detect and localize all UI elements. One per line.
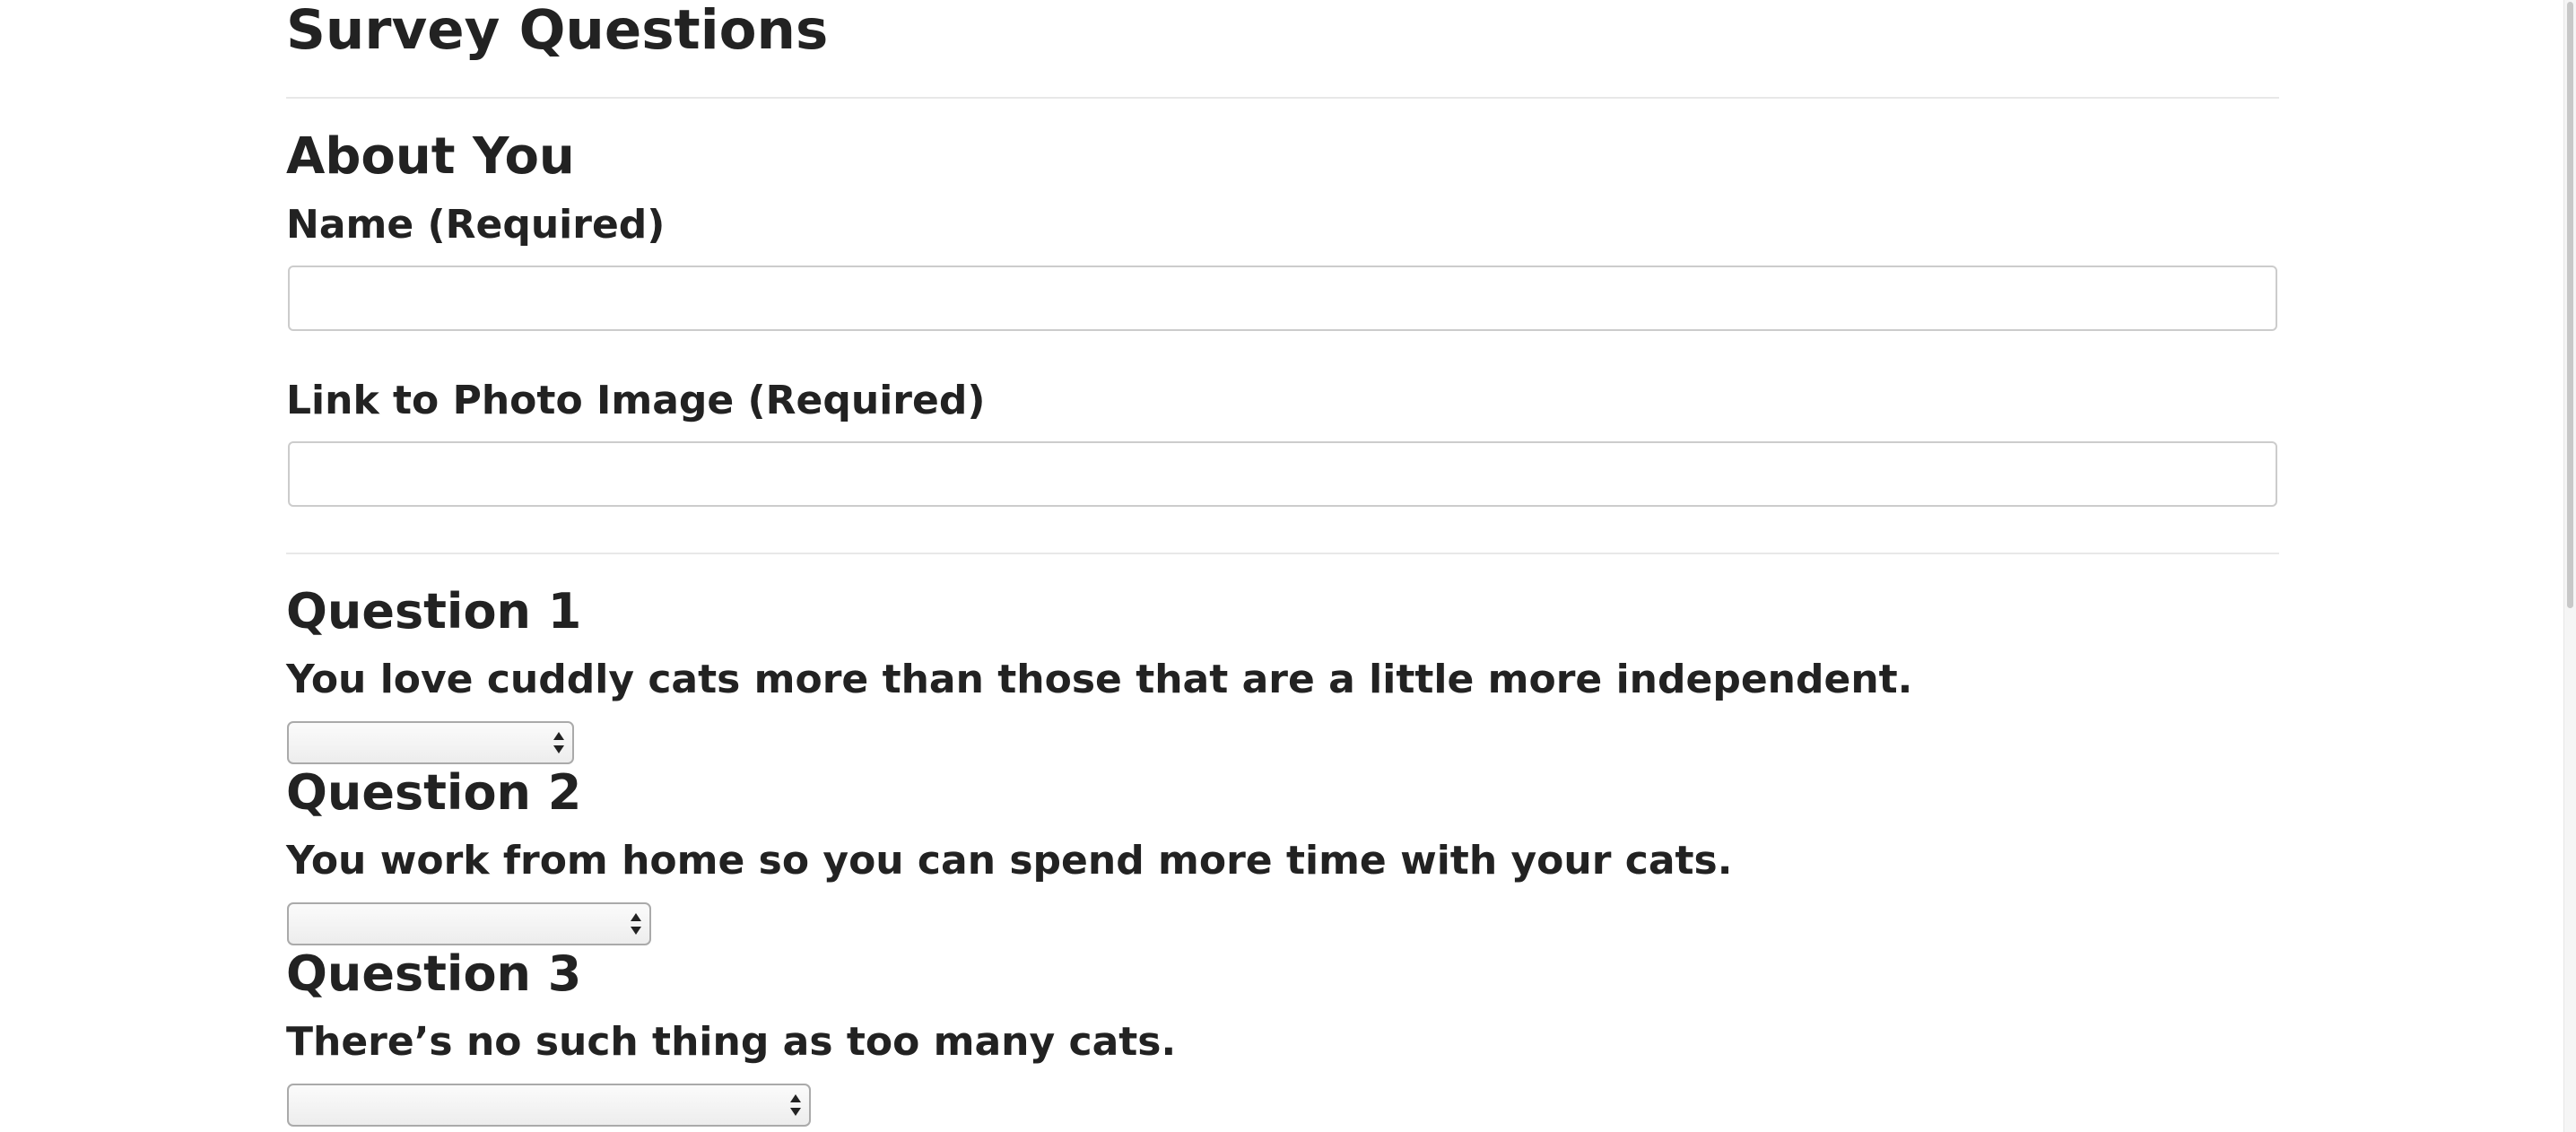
up-down-arrows-icon xyxy=(553,732,564,753)
name-label: Name (Required) xyxy=(286,202,666,248)
survey-page: Survey Questions About You Name (Require… xyxy=(0,0,2576,1132)
question-3-title: Question 3 xyxy=(286,945,582,1002)
about-you-heading: About You xyxy=(286,127,575,186)
question-3-text: There’s no such thing as too many cats. xyxy=(286,1019,1177,1065)
vertical-scrollbar[interactable] xyxy=(2563,0,2576,1132)
page-title: Survey Questions xyxy=(286,0,829,62)
up-down-arrows-icon xyxy=(631,913,641,935)
scrollbar-thumb[interactable] xyxy=(2567,2,2573,608)
question-2-text: You work from home so you can spend more… xyxy=(286,838,1733,884)
section-divider xyxy=(286,553,2279,554)
question-2-title: Question 2 xyxy=(286,764,582,821)
title-divider xyxy=(286,97,2279,99)
photo-link-label: Link to Photo Image (Required) xyxy=(286,378,986,423)
question-2-select[interactable] xyxy=(287,902,651,945)
name-input[interactable] xyxy=(288,266,2277,331)
photo-link-input[interactable] xyxy=(288,441,2277,507)
question-3-select[interactable] xyxy=(287,1084,811,1127)
up-down-arrows-icon xyxy=(790,1094,801,1116)
question-1-select[interactable] xyxy=(287,721,574,764)
question-1-text: You love cuddly cats more than those tha… xyxy=(286,657,1913,702)
question-1-title: Question 1 xyxy=(286,583,582,640)
